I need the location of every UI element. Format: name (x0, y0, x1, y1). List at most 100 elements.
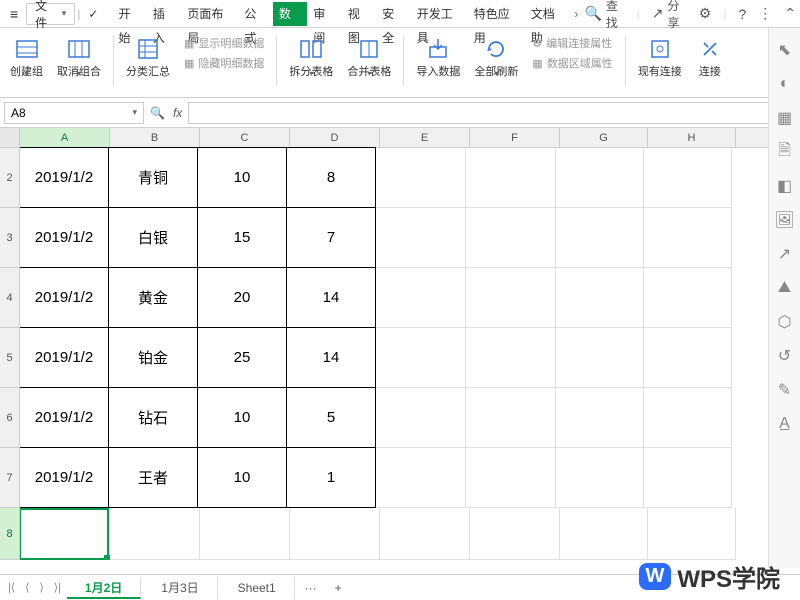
table-icon[interactable]: ▦ (775, 108, 795, 128)
cell[interactable] (470, 508, 560, 560)
cell[interactable]: 1 (286, 447, 376, 508)
share-button[interactable]: ↗ 分享 (652, 0, 687, 31)
tab-page-layout[interactable]: 页面布局 (181, 2, 238, 26)
col-header-b[interactable]: B (110, 128, 200, 147)
cell[interactable] (380, 508, 470, 560)
sheet-tab-more[interactable]: ··· (297, 577, 325, 599)
tab-review[interactable]: 审阅 (307, 2, 341, 26)
file-menu[interactable]: 文件 ▾ (26, 3, 75, 25)
cell[interactable] (290, 508, 380, 560)
more-icon[interactable]: ⋮ (758, 5, 772, 22)
format-icon[interactable]: ✎ (775, 380, 795, 400)
export-icon[interactable]: ↗ (775, 244, 795, 264)
cell[interactable]: 25 (197, 327, 287, 388)
cell[interactable] (376, 268, 466, 328)
search-button[interactable]: 🔍 查找 (584, 0, 624, 31)
collapse-ribbon-icon[interactable]: ⌃ (784, 5, 796, 22)
cell[interactable]: 2019/1/2 (20, 147, 109, 208)
pointer-icon[interactable]: ⬉ (775, 40, 795, 60)
row-header-3[interactable]: 3 (0, 208, 19, 268)
chart-icon[interactable]: ⛰ (775, 278, 795, 298)
row-header-2[interactable]: 2 (0, 148, 19, 208)
col-header-e[interactable]: E (380, 128, 470, 147)
cell[interactable] (466, 208, 556, 268)
sheet-nav-prev-icon[interactable]: ⟨ (21, 581, 33, 594)
split-table-button[interactable]: 拆分表格 (285, 32, 337, 80)
tab-overflow-icon[interactable]: › (570, 7, 582, 21)
cell[interactable]: 铂金 (108, 327, 198, 388)
app-menu-icon[interactable]: ≡ (4, 3, 24, 25)
cell[interactable] (466, 388, 556, 448)
cell[interactable]: 5 (286, 387, 376, 448)
image-icon[interactable]: 🖼 (775, 210, 795, 230)
tab-data[interactable]: 数据 (273, 2, 307, 26)
cell[interactable]: 黄金 (108, 267, 198, 328)
tab-special[interactable]: 特色应用 (468, 2, 525, 26)
grid[interactable]: A B C D E F G H 2019/1/2 青铜 10 8 2019/1/… (20, 128, 800, 560)
cell[interactable]: 2019/1/2 (20, 327, 109, 388)
sheet-nav-next-icon[interactable]: ⟩ (35, 581, 47, 594)
subtotal-button[interactable]: 分类汇总 (122, 32, 174, 80)
cell[interactable]: 15 (197, 207, 287, 268)
cell[interactable] (376, 148, 466, 208)
cell[interactable]: 14 (286, 327, 376, 388)
cell[interactable]: 2019/1/2 (20, 387, 109, 448)
cell[interactable] (556, 268, 644, 328)
tab-home[interactable]: 开始 (112, 2, 146, 26)
name-box[interactable]: A8 ▾ (4, 102, 144, 124)
tab-view[interactable]: 视图 (342, 2, 376, 26)
cell[interactable] (376, 328, 466, 388)
cell[interactable] (376, 208, 466, 268)
cell[interactable] (648, 508, 736, 560)
cell[interactable] (644, 268, 732, 328)
create-group-button[interactable]: 创建组 (6, 32, 47, 80)
shield-icon[interactable]: ⬡ (775, 312, 795, 332)
cell[interactable]: 钻石 (108, 387, 198, 448)
cell[interactable] (556, 148, 644, 208)
sheet-tab[interactable]: Sheet1 (220, 577, 295, 599)
cell[interactable]: 14 (286, 267, 376, 328)
col-header-a[interactable]: A (20, 128, 110, 147)
connections-button[interactable]: 连接 (692, 32, 728, 80)
refresh-all-button[interactable]: 全部刷新 (470, 32, 522, 80)
formula-input[interactable] (188, 102, 796, 124)
layer-icon[interactable]: ◧ (775, 176, 795, 196)
sheet-nav-last-icon[interactable]: ⟩| (50, 581, 65, 594)
cell[interactable] (466, 328, 556, 388)
merge-table-button[interactable]: 合并表格 (343, 32, 395, 80)
row-header-5[interactable]: 5 (0, 328, 19, 388)
settings-icon[interactable]: ⚙ (699, 5, 712, 22)
cell[interactable] (644, 208, 732, 268)
import-data-button[interactable]: 导入数据 (412, 32, 464, 80)
cell[interactable] (376, 388, 466, 448)
select-all-corner[interactable] (0, 128, 19, 148)
help-icon[interactable]: ? (738, 6, 746, 22)
sheet-tab[interactable]: 1月2日 (67, 577, 141, 599)
row-header-7[interactable]: 7 (0, 448, 19, 508)
fx-icon[interactable]: fx (173, 106, 182, 120)
cell[interactable] (466, 448, 556, 508)
existing-conn-button[interactable]: 现有连接 (634, 32, 686, 80)
col-header-g[interactable]: G (560, 128, 648, 147)
cell[interactable]: 青铜 (108, 147, 198, 208)
cell[interactable]: 8 (286, 147, 376, 208)
cell[interactable] (110, 508, 200, 560)
cell[interactable] (556, 208, 644, 268)
cell[interactable] (20, 508, 110, 560)
tab-security[interactable]: 安全 (376, 2, 410, 26)
cell[interactable] (644, 388, 732, 448)
row-header-4[interactable]: 4 (0, 268, 19, 328)
shape-icon[interactable]: ◐ (775, 74, 795, 94)
cell[interactable] (200, 508, 290, 560)
add-sheet-button[interactable]: + (327, 577, 350, 599)
tab-insert[interactable]: 插入 (147, 2, 181, 26)
search-fx-icon[interactable]: 🔍 (150, 106, 165, 120)
cell[interactable]: 2019/1/2 (20, 207, 109, 268)
cell[interactable] (556, 448, 644, 508)
cell[interactable] (560, 508, 648, 560)
cell[interactable] (644, 448, 732, 508)
cell[interactable] (644, 148, 732, 208)
cell[interactable] (556, 388, 644, 448)
cell[interactable]: 20 (197, 267, 287, 328)
tab-devtools[interactable]: 开发工具 (411, 2, 468, 26)
